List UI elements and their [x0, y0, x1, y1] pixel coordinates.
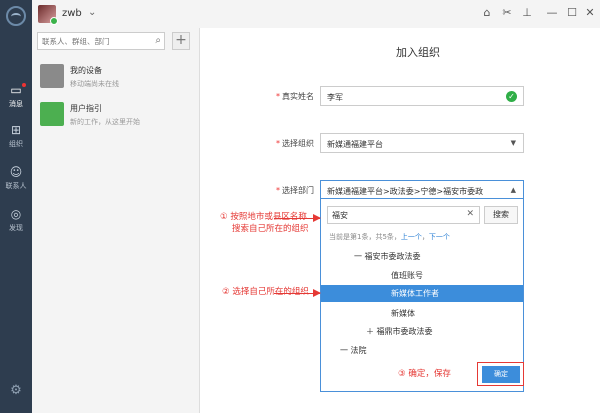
- caret-down-icon: ▼: [510, 139, 516, 147]
- name-value: 李军: [327, 93, 343, 102]
- nav-discover-label: 发现: [9, 224, 23, 232]
- tree-node[interactable]: 一 福安市委政法委: [354, 251, 421, 262]
- org-icon: ⊞: [10, 123, 22, 137]
- guide-icon: [40, 102, 64, 126]
- page-title: 加入组织: [396, 46, 440, 59]
- add-button[interactable]: +: [172, 32, 190, 50]
- arrow-2: [274, 289, 321, 297]
- org-select[interactable]: 新媒通福建平台 ▼: [320, 133, 524, 153]
- org-label: * 选择组织: [276, 139, 314, 148]
- dept-value: 新媒通福建平台>政法委>宁德>福安市委政: [327, 187, 484, 196]
- check-icon: ✓: [506, 91, 517, 102]
- list-item-title: 用户指引: [70, 104, 102, 113]
- avatar[interactable]: [38, 5, 58, 25]
- left-nav: ▭ 消息 ⊞ 组织 ☺ 联系人 ◎ 发现 ⚙: [0, 0, 32, 413]
- pin-icon[interactable]: ⊥: [520, 6, 534, 20]
- tree-node[interactable]: 新媒体: [391, 308, 415, 319]
- search-icon[interactable]: ⌕: [155, 35, 161, 46]
- scissors-icon[interactable]: ✂: [500, 6, 514, 20]
- nav-messages[interactable]: ▭ 消息: [0, 80, 32, 114]
- nav-org[interactable]: ⊞ 组织: [0, 120, 32, 154]
- list-item[interactable]: 用户指引 新的工作，从这里开始: [32, 98, 200, 134]
- list-item[interactable]: 我的设备 移动端尚未在线: [32, 60, 200, 96]
- close-icon[interactable]: ✕: [583, 6, 597, 20]
- annotation-3: ③ 确定，保存: [398, 369, 451, 379]
- search-input[interactable]: [42, 35, 150, 47]
- list-item-subtitle: 移动端尚未在线: [70, 80, 119, 88]
- next-link[interactable]: 下一个: [429, 233, 450, 241]
- arrow-1: [274, 214, 321, 222]
- dept-search-input[interactable]: [332, 209, 452, 221]
- dept-search-button[interactable]: 搜索: [484, 206, 518, 224]
- tree-node[interactable]: 一 法院: [340, 345, 367, 356]
- annotation-2: ② 选择自己所在的组织: [222, 287, 309, 297]
- tree-node[interactable]: ＋ 福鼎市委政法委: [366, 326, 433, 337]
- dept-label: * 选择部门: [276, 186, 314, 195]
- prev-link[interactable]: 上一个: [401, 233, 422, 241]
- annotation-1: ① 按照地市或县区名称 搜索自己所在的组织: [220, 212, 309, 234]
- nav-discover[interactable]: ◎ 发现: [0, 204, 32, 238]
- maximize-icon[interactable]: ☐: [565, 6, 579, 20]
- nav-contacts[interactable]: ☺ 联系人: [0, 162, 32, 196]
- confirm-button[interactable]: 确定: [482, 366, 520, 383]
- gear-icon[interactable]: ⚙: [9, 384, 23, 398]
- nav-contacts-label: 联系人: [5, 182, 27, 190]
- caret-up-icon: ▲: [510, 186, 516, 194]
- nav-org-label: 组织: [9, 140, 23, 148]
- name-field[interactable]: 李军 ✓: [320, 86, 524, 106]
- name-label: * 真实姓名: [276, 92, 314, 101]
- tree-node-selected[interactable]: 新媒体工作者: [321, 285, 523, 302]
- title-bar: [32, 0, 600, 28]
- sidebar-search[interactable]: ⌕: [37, 32, 165, 50]
- dept-select[interactable]: 新媒通福建平台>政法委>宁德>福安市委政 ▲: [320, 180, 524, 200]
- unread-dot: [22, 83, 26, 87]
- dept-search[interactable]: ✕: [327, 206, 480, 224]
- online-status-icon: [50, 17, 58, 25]
- app-logo-icon: [6, 6, 26, 26]
- list-item-title: 我的设备: [70, 66, 102, 75]
- pager-text: 当前是第1条，共5条，: [329, 233, 401, 241]
- search-pager: 当前是第1条，共5条，上一个，下一个: [329, 233, 450, 241]
- clear-icon[interactable]: ✕: [466, 209, 474, 219]
- device-icon: [40, 64, 64, 88]
- username[interactable]: zwb: [62, 8, 82, 19]
- org-value: 新媒通福建平台: [327, 140, 383, 149]
- contacts-icon: ☺: [9, 165, 23, 179]
- home-icon[interactable]: ⌂: [480, 6, 494, 20]
- nav-messages-label: 消息: [9, 100, 23, 108]
- list-item-subtitle: 新的工作，从这里开始: [70, 118, 140, 126]
- discover-icon: ◎: [10, 207, 22, 221]
- chevron-down-icon[interactable]: ⌄: [88, 7, 96, 18]
- tree-node[interactable]: 值班账号: [391, 270, 423, 281]
- minimize-icon[interactable]: —: [545, 6, 559, 20]
- chat-icon: ▭: [10, 83, 22, 97]
